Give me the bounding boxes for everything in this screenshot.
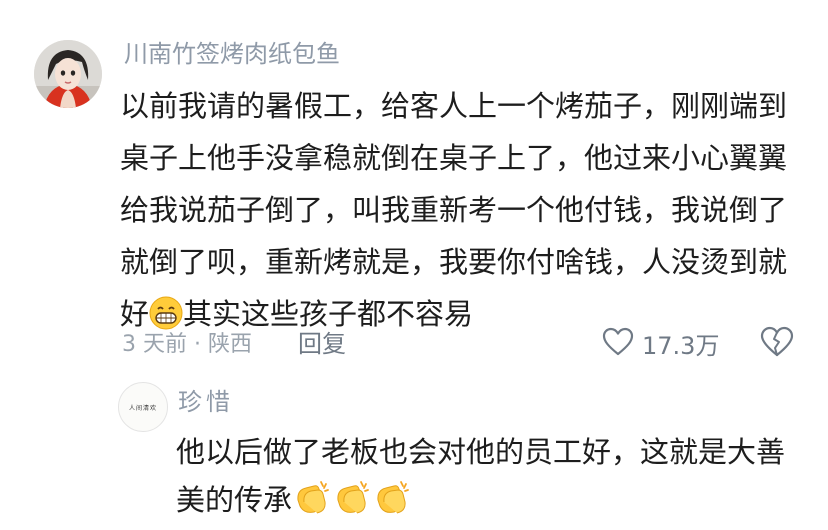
comment-line: 给我说茄子倒了，叫我重新考一个他付钱，我说倒了: [120, 193, 788, 227]
commenter-username[interactable]: 川南竹签烤肉纸包鱼: [124, 38, 340, 70]
comment-line: 以前我请的暑假工，给客人上一个烤茄子，刚刚端到: [120, 89, 788, 123]
like-count: 17.3万: [642, 332, 720, 360]
reply-avatar[interactable]: 人间清欢: [118, 382, 168, 432]
heart-icon: [602, 327, 634, 361]
clapping-hands-emoji: [292, 478, 332, 530]
comment-line-end: 其实这些孩子都不容易: [183, 297, 474, 331]
reply-text: 他以后做了老板也会对他的员工好，这就是大善 美的传承: [176, 428, 816, 530]
like-button[interactable]: 17.3万: [602, 326, 719, 361]
commenter-avatar[interactable]: [34, 40, 102, 108]
clapping-hands-emoji: [372, 478, 412, 530]
reply-avatar-text: 人间清欢: [128, 404, 157, 412]
comment-text: 以前我请的暑假工，给客人上一个烤茄子，刚刚端到 桌子上他手没拿稳就倒在桌子上了，…: [120, 80, 810, 346]
reply-line: 他以后做了老板也会对他的员工好，这就是大善: [176, 435, 786, 469]
comment-line: 桌子上他手没拿稳就倒在桌子上了，他过来小心翼翼: [120, 141, 788, 175]
reply-line-text: 美的传承: [176, 483, 293, 517]
dislike-button[interactable]: [760, 326, 794, 362]
broken-heart-icon: [760, 326, 794, 362]
comment-line-start: 好: [120, 297, 150, 331]
comment-line: 就倒了呗，重新烤就是，我要你付啥钱，人没烫到就: [120, 245, 788, 279]
reply-line: 美的传承: [176, 476, 816, 530]
clapping-hands-emoji: [332, 478, 372, 530]
reply-username[interactable]: 珍惜: [178, 386, 234, 418]
reply-button[interactable]: 回复: [298, 327, 346, 361]
comment-meta: 3 天前 · 陕西: [122, 332, 252, 357]
